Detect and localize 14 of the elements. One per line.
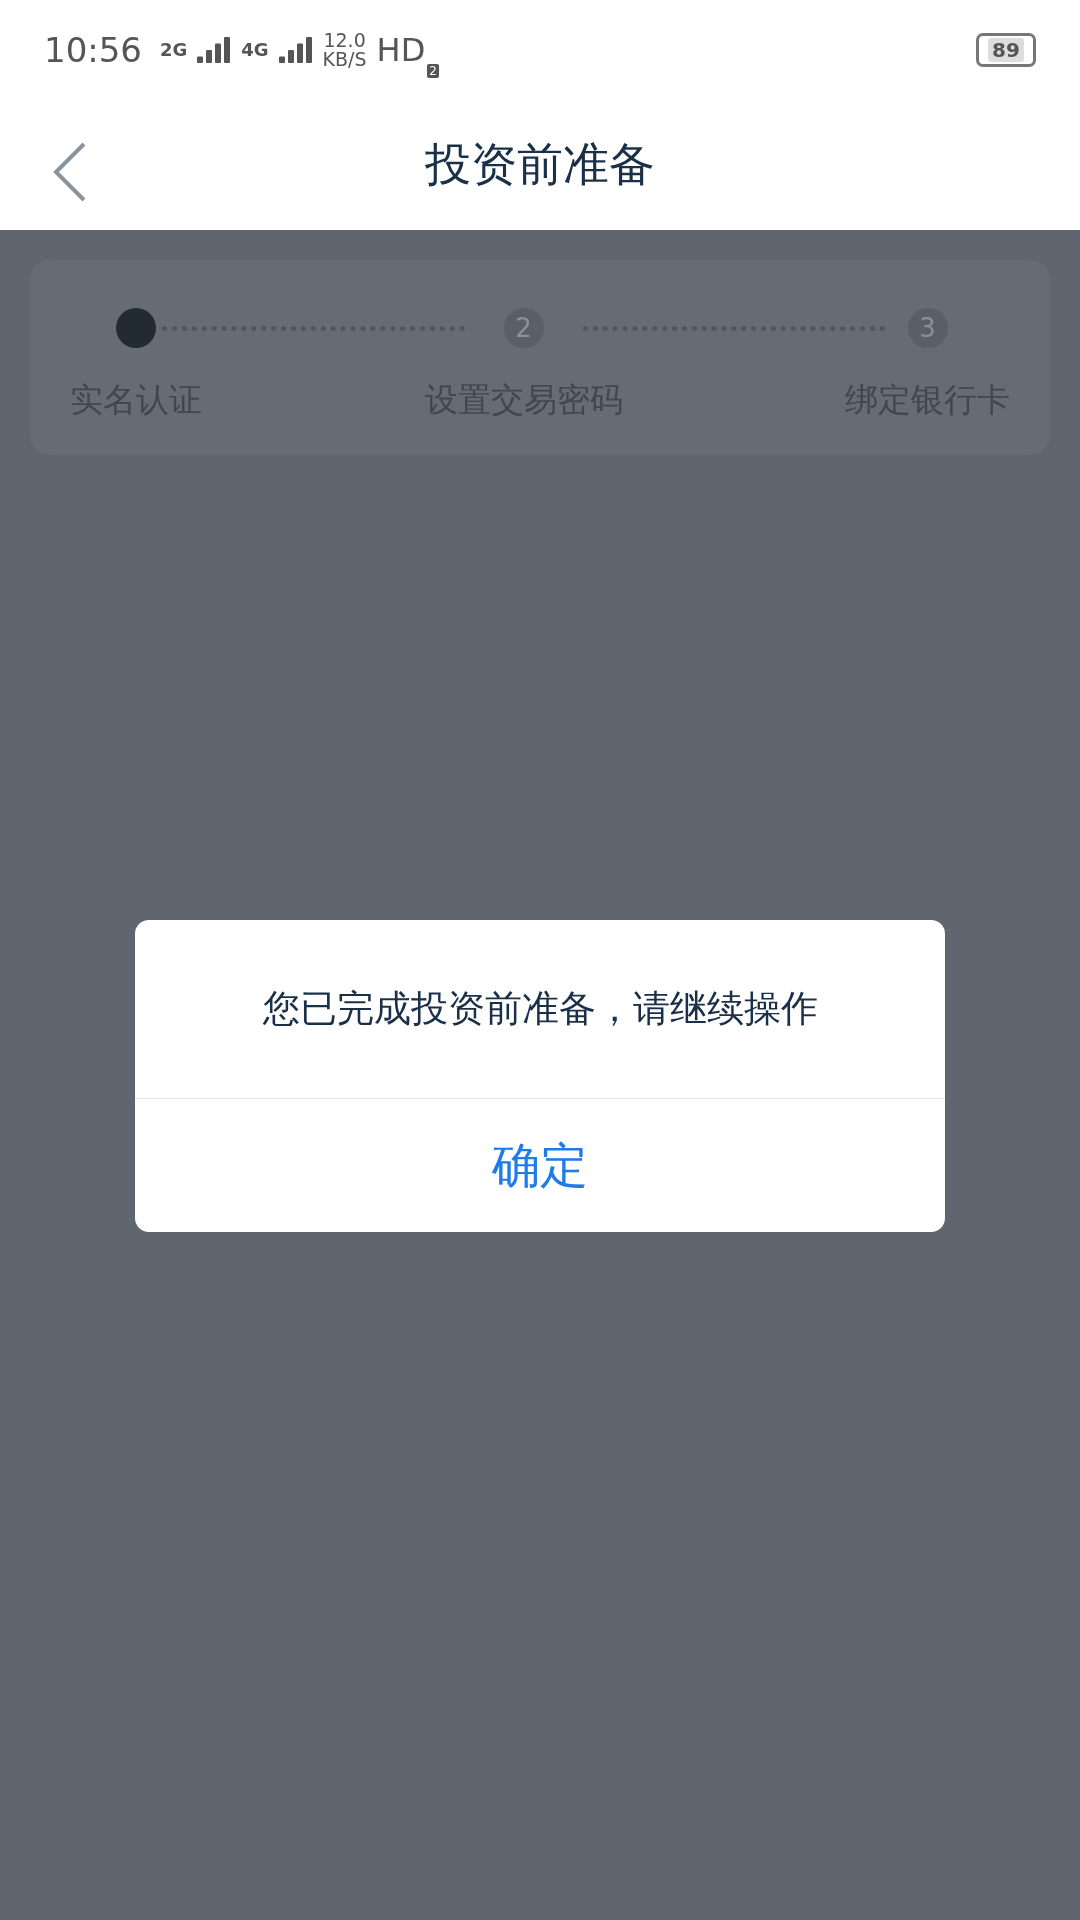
speed-unit: KB/S [322,50,367,69]
back-icon[interactable] [52,142,88,202]
page-title: 投资前准备 [425,136,655,193]
network-label: 2G [160,41,188,59]
speed-value: 12.0 [323,31,366,50]
status-time: 10:56 [44,30,142,70]
network-label: 4G [241,41,269,59]
hd-badge: 2 [427,64,439,78]
battery-level: 89 [988,38,1024,62]
dialog-message: 您已完成投资前准备，请继续操作 [135,920,945,1099]
confirm-button[interactable]: 确定 [135,1099,945,1232]
hd-label: HD [376,31,426,69]
signal-icon [197,37,232,63]
signal-icon [278,37,313,63]
